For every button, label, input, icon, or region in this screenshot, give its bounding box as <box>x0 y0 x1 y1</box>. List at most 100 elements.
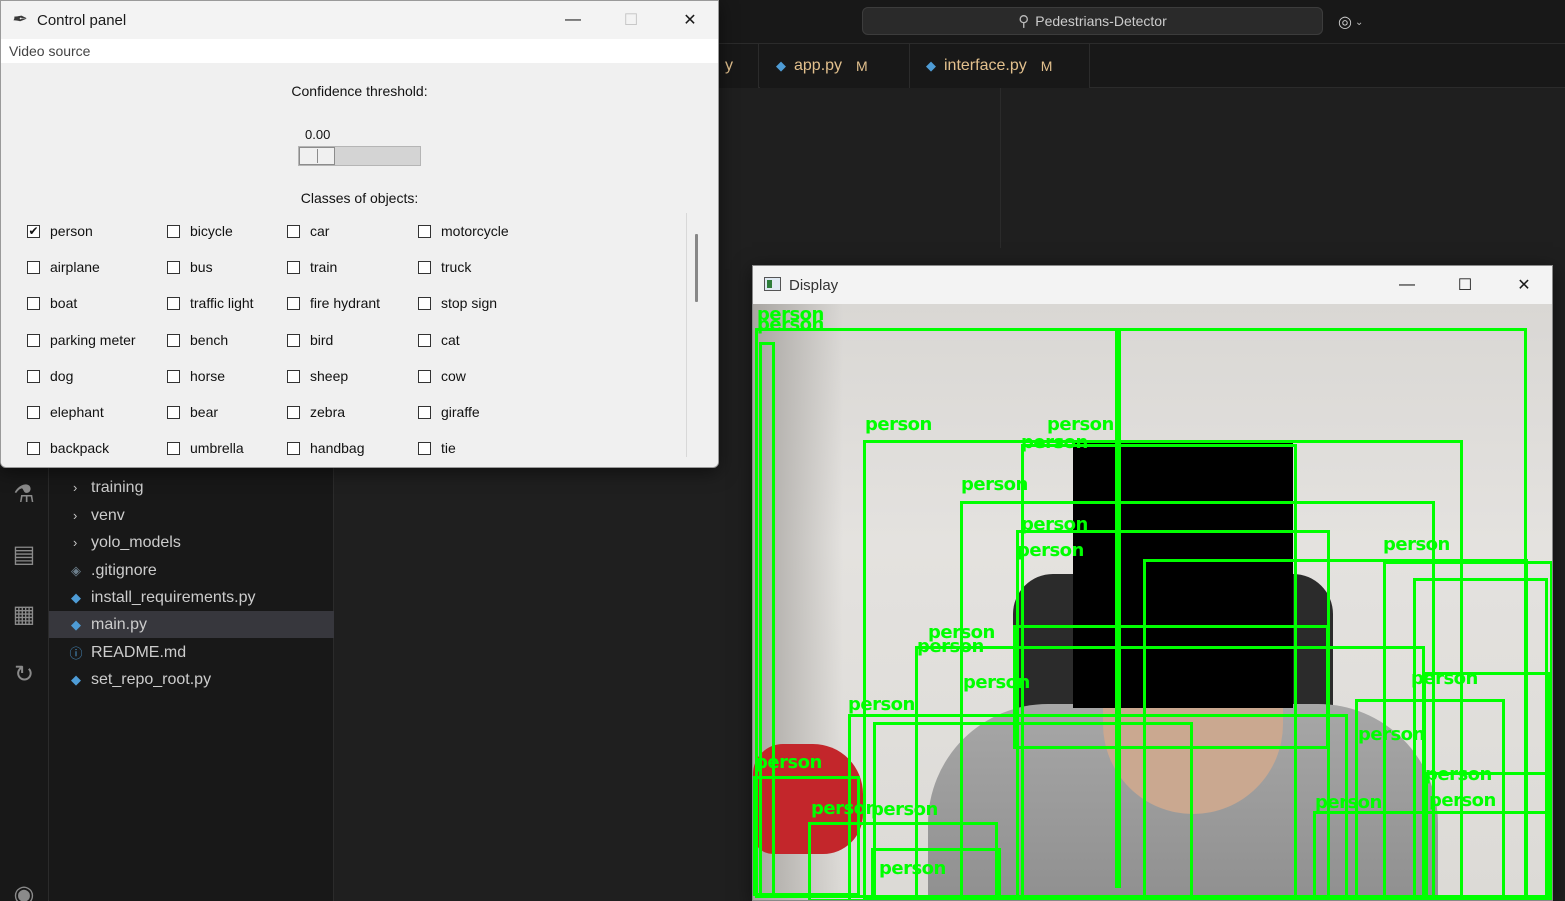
explorer-file[interactable]: ⓘ README.md <box>49 639 334 666</box>
class-checkbox-fire-hydrant[interactable]: fire hydrant <box>287 293 380 313</box>
scrollbar-thumb[interactable] <box>695 234 698 302</box>
tab-label: interface.py <box>944 57 1027 74</box>
class-checkbox-sheep[interactable]: sheep <box>287 366 348 386</box>
explorer-folder[interactable]: › venv <box>49 502 334 529</box>
close-button[interactable]: ✕ <box>661 1 718 39</box>
git-icon: ◈ <box>71 562 81 578</box>
class-checkbox-horse[interactable]: horse <box>167 366 225 386</box>
checkbox-unchecked-icon <box>167 224 180 238</box>
class-checkbox-train[interactable]: train <box>287 257 337 277</box>
checkbox-unchecked-icon <box>287 405 300 419</box>
menu-video-source[interactable]: Video source <box>9 43 90 59</box>
class-checkbox-umbrella[interactable]: umbrella <box>167 438 244 458</box>
detection-label: person <box>917 636 984 657</box>
minimize-button[interactable]: — <box>544 1 602 39</box>
checkbox-label: airplane <box>50 259 100 275</box>
confidence-slider-handle[interactable] <box>299 147 335 165</box>
explorer-folder[interactable]: › yolo_models <box>49 529 334 556</box>
explorer-file[interactable]: ◆ main.py <box>49 611 334 638</box>
checkbox-label: backpack <box>50 440 110 456</box>
command-center[interactable]: ⚲ Pedestrians-Detector <box>862 7 1323 35</box>
checkbox-label: bicycle <box>190 223 233 239</box>
checkbox-unchecked-icon <box>27 405 40 419</box>
scrollbar-track[interactable] <box>686 213 687 457</box>
explorer-file[interactable]: ◆ install_requirements.py <box>49 584 334 611</box>
testing-icon[interactable]: ⚗ <box>8 478 40 510</box>
class-checkbox-zebra[interactable]: zebra <box>287 402 345 422</box>
checkbox-unchecked-icon <box>287 441 300 455</box>
explorer-folder[interactable]: › training <box>49 474 334 501</box>
desktop: ⚲ Pedestrians-Detector ◎ ⌄ y ◆ app.py M ◆… <box>0 0 1565 901</box>
class-checkbox-car[interactable]: car <box>287 221 329 241</box>
class-checkbox-boat[interactable]: boat <box>27 293 77 313</box>
modified-badge: M <box>1040 58 1053 74</box>
control-panel-window: ✒ Control panel — ☐ ✕ Video source Confi… <box>0 0 719 468</box>
maximize-button[interactable]: ☐ <box>602 1 660 39</box>
checkbox-unchecked-icon <box>167 296 180 310</box>
menubar: Video source <box>1 39 718 63</box>
checkbox-label: tie <box>441 440 456 456</box>
checkbox-label: bird <box>310 332 334 348</box>
feather-icon: ✒ <box>11 9 27 29</box>
source-control-remote-icon[interactable]: ↻ <box>8 658 40 690</box>
minimize-icon: — <box>1399 276 1415 293</box>
docker-icon[interactable]: ▦ <box>8 598 40 630</box>
class-checkbox-cow[interactable]: cow <box>418 366 466 386</box>
remote-explorer-icon[interactable]: ▤ <box>8 538 40 570</box>
copilot-button[interactable]: ◎ ⌄ <box>1338 10 1378 34</box>
class-checkbox-elephant[interactable]: elephant <box>27 402 104 422</box>
class-checkbox-motorcycle[interactable]: motorcycle <box>418 221 509 241</box>
class-checkbox-traffic-light[interactable]: traffic light <box>167 293 254 313</box>
editor-tabbar: y ◆ app.py M ◆ interface.py M <box>719 44 1565 88</box>
tab-label: y <box>725 57 733 74</box>
account-icon[interactable]: ◉ <box>8 878 40 901</box>
confidence-value: 0.00 <box>305 127 331 142</box>
checkbox-unchecked-icon <box>418 441 431 455</box>
class-checkbox-airplane[interactable]: airplane <box>27 257 100 277</box>
class-checkbox-handbag[interactable]: handbag <box>287 438 365 458</box>
class-checkbox-bicycle[interactable]: bicycle <box>167 221 233 241</box>
detection-label: person <box>963 672 1030 693</box>
minimize-button[interactable]: — <box>1378 266 1436 304</box>
explorer-file[interactable]: ◆ set_repo_root.py <box>49 666 334 693</box>
control-panel-titlebar[interactable]: ✒ Control panel — ☐ ✕ <box>1 1 718 39</box>
checkbox-unchecked-icon <box>418 260 431 274</box>
display-titlebar[interactable]: Display — ☐ ✕ <box>753 266 1552 304</box>
detection-label: person <box>1021 432 1088 453</box>
checkbox-label: boat <box>50 295 78 311</box>
tab-label: app.py <box>794 57 843 74</box>
class-checkbox-cat[interactable]: cat <box>418 330 460 350</box>
tab-interface-py[interactable]: ◆ interface.py M <box>910 44 1090 88</box>
tab-partial[interactable]: y <box>719 44 759 88</box>
display-window: Display — ☐ ✕ person person person person pe… <box>752 265 1553 901</box>
maximize-button[interactable]: ☐ <box>1436 266 1494 304</box>
checkbox-unchecked-icon <box>418 296 431 310</box>
checkbox-unchecked-icon <box>167 260 180 274</box>
class-checkbox-bear[interactable]: bear <box>167 402 218 422</box>
class-checkbox-tie[interactable]: tie <box>418 438 456 458</box>
checkbox-label: elephant <box>50 404 104 420</box>
maximize-icon: ☐ <box>1457 277 1473 294</box>
checkbox-unchecked-icon <box>27 296 40 310</box>
checkbox-unchecked-icon <box>418 224 431 238</box>
class-checkbox-dog[interactable]: dog <box>27 366 73 386</box>
class-checkbox-giraffe[interactable]: giraffe <box>418 402 480 422</box>
explorer-file[interactable]: ◈ .gitignore <box>49 557 334 584</box>
class-checkbox-backpack[interactable]: backpack <box>27 438 109 458</box>
classes-label: Classes of objects: <box>300 190 419 206</box>
detection-label: person <box>1021 514 1088 535</box>
checkbox-unchecked-icon <box>418 369 431 383</box>
class-checkbox-bus[interactable]: bus <box>167 257 213 277</box>
class-checkbox-bird[interactable]: bird <box>287 330 333 350</box>
class-checkbox-person[interactable]: ✔ person <box>27 221 93 241</box>
class-checkbox-parking-meter[interactable]: parking meter <box>27 330 136 350</box>
tab-app-py[interactable]: ◆ app.py M <box>760 44 910 88</box>
close-button[interactable]: ✕ <box>1495 266 1552 304</box>
class-checkbox-bench[interactable]: bench <box>167 330 228 350</box>
explorer-item-label: training <box>91 478 144 496</box>
class-checkbox-stop-sign[interactable]: stop sign <box>418 293 497 313</box>
checkbox-label: parking meter <box>50 332 136 348</box>
detection-label: person <box>1315 792 1382 813</box>
checkbox-label: motorcycle <box>441 223 509 239</box>
class-checkbox-truck[interactable]: truck <box>418 257 471 277</box>
